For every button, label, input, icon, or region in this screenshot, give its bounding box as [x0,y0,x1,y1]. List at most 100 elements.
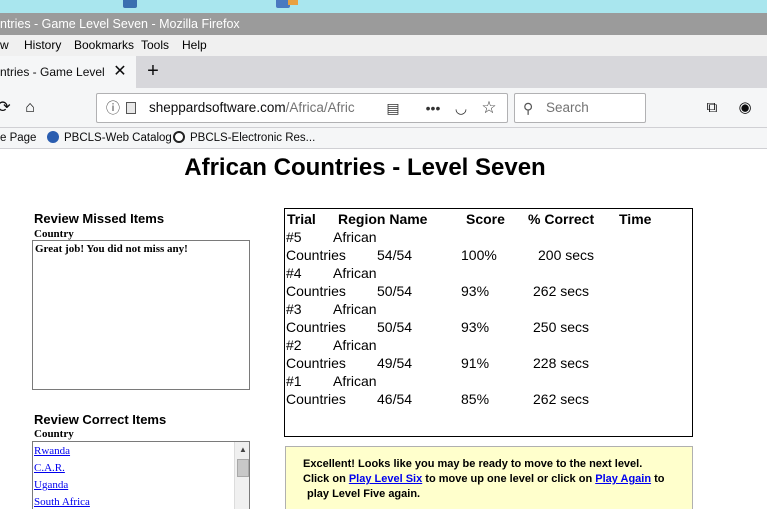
os-taskbar [0,0,767,13]
row-region: African [333,229,377,245]
bookmark-pbcls-web-catalog[interactable]: PBCLS-Web Catalog [47,128,172,148]
row-score: 50/54 [377,283,413,299]
tab-active[interactable]: ntries - Game Level Se ✕ [0,56,136,88]
correct-item-link[interactable]: Rwanda [34,443,234,460]
window-title-bar: ntries - Game Level Seven - Mozilla Fire… [0,13,767,35]
play-again-link[interactable]: Play Again [595,473,651,485]
correct-items-heading: Review Correct Items [34,412,167,427]
header-score: Score [466,211,505,227]
page-title: African Countries - Level Seven [184,154,546,181]
row-score: 46/54 [377,391,413,407]
taskbar-app-icon[interactable] [123,0,137,8]
menu-tools[interactable]: Tools [141,35,169,56]
reader-view-icon[interactable]: ▤ [383,94,403,122]
window-title: ntries - Game Level Seven - Mozilla Fire… [0,17,240,31]
menu-bookmarks[interactable]: Bookmarks [74,35,134,56]
library-icon[interactable]: ⧉ [700,96,724,120]
row-trial: #4 [286,265,302,281]
correct-item-link[interactable]: C.A.R. [34,460,234,477]
taskbar-app-icon[interactable] [276,0,298,8]
row-region: Countries [286,283,346,299]
message-line: Excellent! Looks like you may be ready t… [303,458,643,470]
row-time: 200 secs [538,247,595,263]
message-line: Click on Play Level Six to move up one l… [303,473,665,485]
message-text: to move up one level or click on [422,473,596,485]
bookmark-label: PBCLS-Electronic Res... [190,132,316,144]
header-trial: Trial [287,211,316,227]
search-icon: ⚲ [523,100,534,116]
row-percent: 91% [461,355,490,371]
close-icon[interactable]: ✕ [112,56,128,88]
correct-list: Rwanda C.A.R. Uganda South Africa [34,443,234,509]
scrollbar-thumb[interactable] [237,459,249,477]
url-bar[interactable]: ⓘ sheppardsoftware.com/Africa/Afric ▤ ••… [96,93,508,123]
correct-item-link[interactable]: South Africa [34,494,234,509]
url-path: /Africa/Afric [285,100,355,115]
navigation-bar: ⟳ ⌂ ⓘ sheppardsoftware.com/Africa/Afric … [0,88,767,128]
menu-history[interactable]: History [24,35,61,56]
correct-country-label: Country [34,428,74,440]
page-actions-icon[interactable]: ••• [423,94,443,122]
bookmark-home-page[interactable]: e Page [0,128,36,148]
search-placeholder: Search [546,100,589,115]
row-percent: 85% [461,391,490,407]
url-host: sheppardsoftware.com [149,100,286,115]
account-icon[interactable]: ◉ [733,96,757,120]
menu-help[interactable]: Help [182,35,207,56]
message-text: to [651,473,665,485]
header-region-name: Region Name [338,211,428,227]
menu-view[interactable]: w [0,35,9,56]
row-region: African [333,337,377,353]
header-percent-correct: % Correct [528,211,595,227]
row-time: 228 secs [533,355,590,371]
row-region: Countries [286,391,346,407]
row-region: African [333,373,377,389]
home-icon[interactable]: ⌂ [18,96,42,120]
row-percent: 93% [461,283,490,299]
list-scrollbar[interactable]: ▲ [234,442,249,509]
search-input[interactable]: ⚲ Search [514,93,646,123]
tab-title: ntries - Game Level Se [0,65,108,79]
reload-icon[interactable]: ⟳ [0,96,16,120]
row-trial: #1 [286,373,302,389]
row-region: Countries [286,247,346,263]
info-icon[interactable]: ⓘ [105,94,121,122]
row-region: African [333,301,377,317]
bookmark-pbcls-electronic-res[interactable]: PBCLS-Electronic Res... [173,128,315,148]
message-line: play Level Five again. [307,488,421,500]
missed-country-label: Country [34,228,74,240]
scroll-up-arrow-icon[interactable]: ▲ [235,442,249,458]
new-tab-button[interactable]: + [144,56,162,88]
globe-icon [47,131,59,143]
row-time: 250 secs [533,319,590,335]
row-region: African [333,265,377,281]
menu-bar: w History Bookmarks Tools Help [0,35,767,56]
row-trial: #5 [286,229,302,245]
url-text[interactable]: sheppardsoftware.com/Africa/Afric [149,94,377,122]
row-trial: #3 [286,301,302,317]
globe-icon [173,131,185,143]
correct-item-link[interactable]: Uganda [34,477,234,494]
message-text: Click on [303,473,349,485]
bookmark-label: PBCLS-Web Catalog [64,132,172,144]
missed-items-list[interactable]: Great job! You did not miss any! [32,240,250,390]
correct-items-list[interactable]: Rwanda C.A.R. Uganda South Africa ▲ [32,441,250,509]
row-region: Countries [286,319,346,335]
page-icon [126,102,136,114]
row-region: Countries [286,355,346,371]
row-time: 262 secs [533,283,590,299]
play-level-six-link[interactable]: Play Level Six [349,473,422,485]
row-score: 54/54 [377,247,413,263]
row-percent: 100% [461,247,497,263]
missed-items-heading: Review Missed Items [34,211,165,226]
tab-strip: ntries - Game Level Se ✕ + [0,56,767,88]
header-time: Time [619,211,652,227]
row-trial: #2 [286,337,302,353]
row-percent: 93% [461,319,490,335]
feedback-message-box: Excellent! Looks like you may be ready t… [285,446,693,509]
score-table: Trial Region Name Score % Correct Time #… [284,208,693,437]
bookmark-star-icon[interactable]: ☆ [479,94,499,122]
pocket-icon[interactable]: ◡ [451,94,471,122]
row-score: 49/54 [377,355,413,371]
missed-message: Great job! You did not miss any! [35,243,188,255]
